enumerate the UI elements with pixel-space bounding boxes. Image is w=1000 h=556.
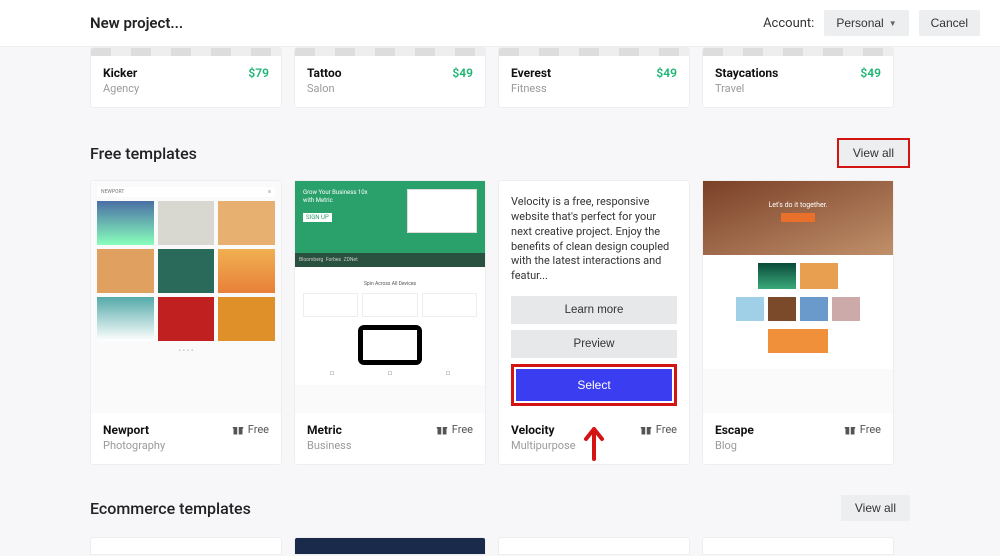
free-templates-header: Free templates View all <box>90 138 910 168</box>
ecommerce-templates-header: Ecommerce templates View all <box>90 495 910 521</box>
gift-icon <box>640 424 652 436</box>
template-card-velocity[interactable]: Velocity is a free, responsive website t… <box>498 180 690 465</box>
template-name: Newport <box>103 423 165 437</box>
template-card[interactable] <box>294 537 486 555</box>
header-actions: Account: Personal ▼ Cancel <box>763 10 980 36</box>
ecommerce-templates-row <box>90 537 910 555</box>
template-category: Travel <box>715 82 778 95</box>
gift-icon <box>232 424 244 436</box>
free-label: Free <box>248 423 269 436</box>
template-description: Velocity is a free, responsive website t… <box>511 195 677 284</box>
learn-more-button[interactable]: Learn more <box>511 296 677 324</box>
page-title: New project... <box>90 14 183 32</box>
preview-button[interactable]: Preview <box>511 330 677 358</box>
template-category: Salon <box>307 82 342 95</box>
template-name: Tattoo <box>307 66 342 80</box>
view-all-button-free[interactable]: View all <box>837 138 910 168</box>
free-badge: Free <box>640 423 677 436</box>
template-card-staycations[interactable]: Staycations Travel $49 <box>702 47 894 108</box>
template-price: $49 <box>860 66 881 80</box>
template-card[interactable] <box>90 537 282 555</box>
free-label: Free <box>452 423 473 436</box>
template-category: Blog <box>715 439 754 452</box>
free-badge: Free <box>232 423 269 436</box>
paid-templates-row: Kicker Agency $79 Tattoo Salon $49 Evere… <box>90 47 910 108</box>
template-price: $79 <box>248 66 269 80</box>
template-hover-overlay: Velocity is a free, responsive website t… <box>499 181 689 413</box>
free-templates-row: NEWPORT≡ • • • • Newport Photography Fre… <box>90 180 910 465</box>
template-card[interactable] <box>498 537 690 555</box>
free-badge: Free <box>436 423 473 436</box>
template-thumb <box>703 48 893 56</box>
account-dropdown-label: Personal <box>836 16 883 30</box>
template-card[interactable] <box>702 537 894 555</box>
template-category: Business <box>307 439 352 452</box>
annotation-arrow-icon <box>582 427 606 475</box>
template-price: $49 <box>452 66 473 80</box>
template-name: Staycations <box>715 66 778 80</box>
template-card-everest[interactable]: Everest Fitness $49 <box>498 47 690 108</box>
template-thumb <box>499 48 689 56</box>
gift-icon <box>844 424 856 436</box>
template-card-newport[interactable]: NEWPORT≡ • • • • Newport Photography Fre… <box>90 180 282 465</box>
template-preview: Let's do it together. <box>703 181 893 413</box>
template-name: Kicker <box>103 66 139 80</box>
page-header: New project... Account: Personal ▼ Cance… <box>0 0 1000 47</box>
ecommerce-templates-title: Ecommerce templates <box>90 499 251 518</box>
free-templates-title: Free templates <box>90 144 197 163</box>
select-button[interactable]: Select <box>516 369 672 401</box>
escape-hero-text: Let's do it together. <box>713 201 883 209</box>
free-label: Free <box>656 423 677 436</box>
template-thumb <box>295 48 485 56</box>
template-card-kicker[interactable]: Kicker Agency $79 <box>90 47 282 108</box>
cancel-button[interactable]: Cancel <box>919 10 980 36</box>
template-name: Velocity <box>511 423 576 437</box>
template-preview: NEWPORT≡ • • • • <box>91 181 281 413</box>
account-dropdown[interactable]: Personal ▼ <box>824 10 908 36</box>
template-preview: Grow Your Business 10xwith MetricSIGN UP… <box>295 181 485 413</box>
free-label: Free <box>860 423 881 436</box>
template-name: Everest <box>511 66 551 80</box>
view-all-button-ecommerce[interactable]: View all <box>841 495 910 521</box>
template-category: Photography <box>103 439 165 452</box>
template-name: Escape <box>715 423 754 437</box>
template-card-escape[interactable]: Let's do it together. Escape Blog Free <box>702 180 894 465</box>
main-content: Kicker Agency $79 Tattoo Salon $49 Evere… <box>0 47 1000 555</box>
account-label: Account: <box>763 16 814 31</box>
template-card-metric[interactable]: Grow Your Business 10xwith MetricSIGN UP… <box>294 180 486 465</box>
template-category: Fitness <box>511 82 551 95</box>
template-thumb <box>91 48 281 56</box>
template-name: Metric <box>307 423 352 437</box>
template-card-tattoo[interactable]: Tattoo Salon $49 <box>294 47 486 108</box>
chevron-down-icon: ▼ <box>889 19 897 28</box>
template-price: $49 <box>656 66 677 80</box>
gift-icon <box>436 424 448 436</box>
free-badge: Free <box>844 423 881 436</box>
select-button-highlight: Select <box>511 364 677 406</box>
template-category: Agency <box>103 82 139 95</box>
template-category: Multipurpose <box>511 439 576 452</box>
